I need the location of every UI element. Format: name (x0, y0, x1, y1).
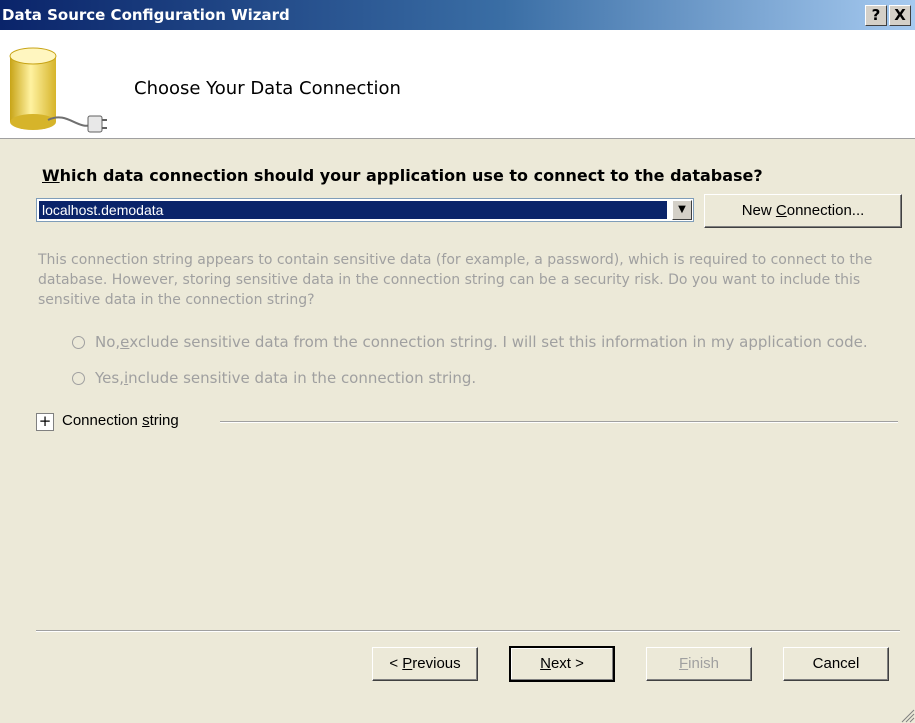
include-label-pre: Yes, (95, 369, 124, 387)
previous-label-post: revious (412, 655, 461, 672)
expand-connection-string-button[interactable]: + (36, 413, 54, 431)
radio-button-icon[interactable] (72, 371, 85, 385)
question-accel: W (42, 166, 60, 185)
help-button[interactable]: ? (865, 5, 887, 26)
next-label-post: ext > (550, 655, 584, 672)
radio-exclude-sensitive[interactable]: No, e xclude sensitive data from the conn… (72, 333, 868, 351)
page-title: Choose Your Data Connection (134, 78, 401, 99)
footer-divider (36, 630, 900, 632)
connection-string-label[interactable]: Connection string (62, 412, 179, 429)
radio-button-icon[interactable] (72, 335, 85, 349)
new-connection-label-accel: C (775, 202, 787, 219)
finish-label-post: inish (688, 655, 720, 672)
next-button[interactable]: Next > (509, 646, 615, 682)
exclude-label-accel: e (120, 333, 130, 351)
divider (220, 421, 898, 423)
finish-button[interactable]: Finish (646, 647, 752, 681)
connection-selected-value: localhost.demodata (39, 201, 667, 219)
new-connection-label-post: onnection... (786, 202, 865, 219)
question-text: hich data connection should your applica… (59, 166, 763, 185)
resize-grip-icon[interactable] (899, 707, 915, 723)
finish-label-accel: F (678, 655, 689, 672)
connection-select[interactable]: localhost.demodata ▼ (36, 198, 694, 222)
include-label-post: nclude sensitive data in the connection … (128, 369, 477, 387)
wizard-header: Choose Your Data Connection (0, 30, 915, 139)
cancel-button[interactable]: Cancel (783, 647, 889, 681)
title-bar: Data Source Configuration Wizard ? X (0, 0, 915, 30)
connection-string-label-accel: s (142, 412, 150, 429)
next-label-accel: N (540, 655, 551, 672)
exclude-label-pre: No, (95, 333, 121, 351)
connection-question: Which data connection should your applic… (42, 166, 763, 185)
close-button[interactable]: X (889, 5, 911, 26)
chevron-down-icon[interactable]: ▼ (672, 200, 692, 220)
previous-button[interactable]: < Previous (372, 647, 478, 681)
previous-label-accel: P (402, 655, 413, 672)
previous-label-pre: < (389, 655, 403, 672)
connection-string-label-pre: Connection (62, 412, 143, 429)
sensitive-data-description: This connection string appears to contai… (38, 252, 873, 308)
new-connection-button[interactable]: New Connection... (704, 194, 902, 228)
window-title: Data Source Configuration Wizard (2, 6, 290, 24)
database-icon (9, 47, 107, 133)
radio-include-sensitive[interactable]: Yes, i nclude sensitive data in the conne… (72, 369, 476, 387)
connection-string-label-post: tring (149, 412, 179, 429)
exclude-label-post: xclude sensitive data from the connectio… (129, 333, 868, 351)
new-connection-label-pre: New (741, 202, 776, 219)
